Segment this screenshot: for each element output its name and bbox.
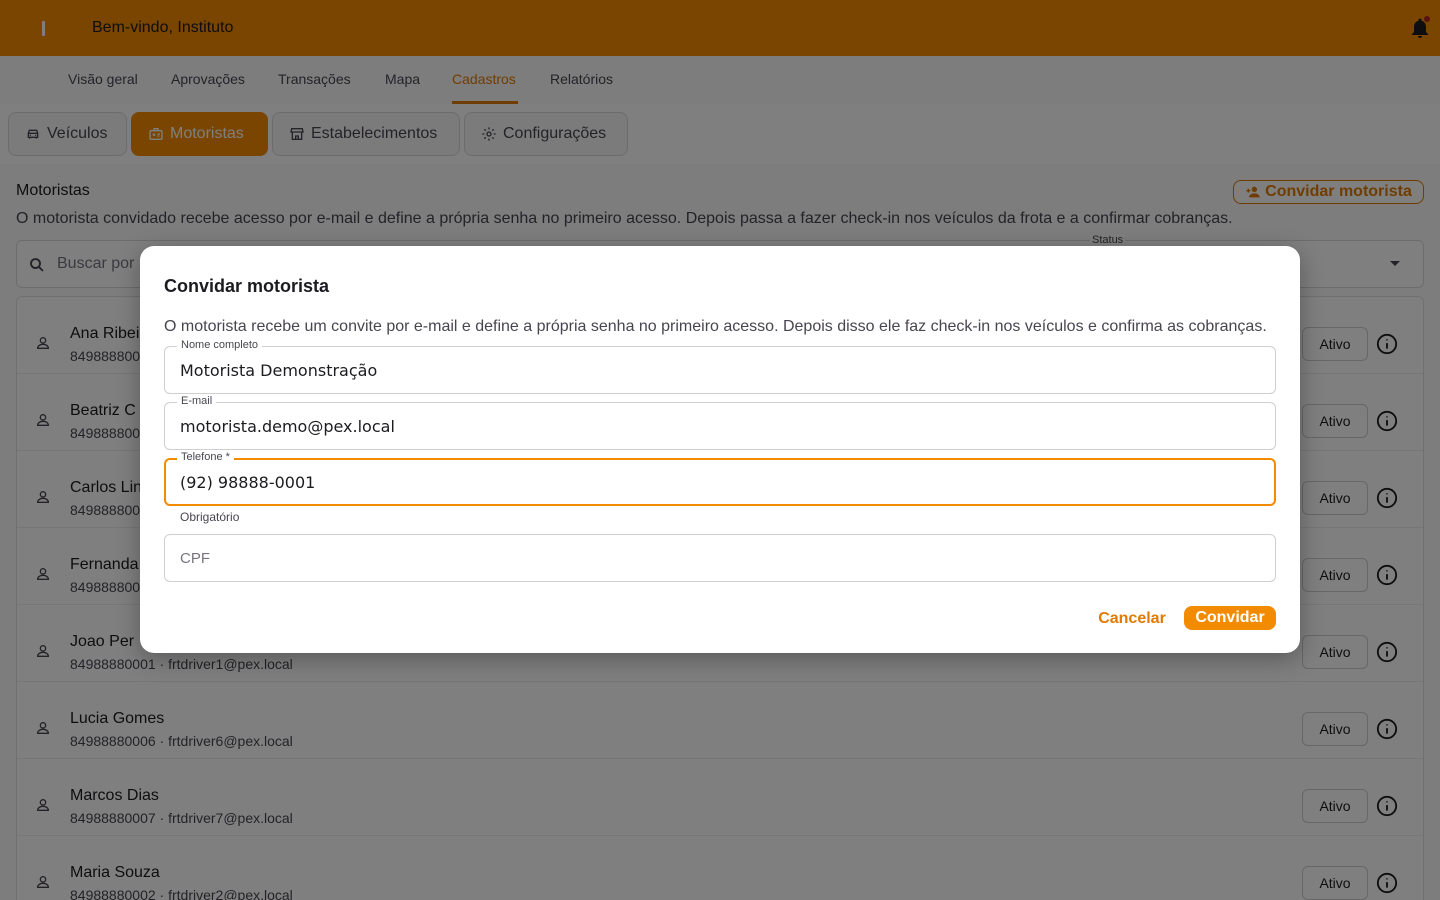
invite-button[interactable]: Convidar bbox=[1184, 606, 1276, 630]
name-field-label: Nome completo bbox=[177, 339, 263, 351]
cancel-button[interactable]: Cancelar bbox=[1088, 606, 1176, 632]
phone-helper-text: Obrigatório bbox=[180, 510, 240, 524]
dialog-description: O motorista recebe um convite por e-mail… bbox=[164, 318, 1267, 335]
phone-field[interactable]: Telefone * (92) 98888-0001 bbox=[164, 451, 1276, 506]
phone-field-label: Telefone * bbox=[177, 451, 234, 463]
invite-driver-dialog: Convidar motorista O motorista recebe um… bbox=[140, 246, 1300, 653]
email-field-value: motorista.demo@pex.local bbox=[180, 417, 395, 436]
name-field[interactable]: Nome completo Motorista Demonstração bbox=[164, 339, 1276, 394]
phone-field-value: (92) 98888-0001 bbox=[180, 473, 316, 492]
email-field[interactable]: E-mail motorista.demo@pex.local bbox=[164, 395, 1276, 450]
name-field-value: Motorista Demonstração bbox=[180, 361, 378, 380]
cpf-field[interactable]: CPF bbox=[164, 534, 1276, 582]
email-field-label: E-mail bbox=[177, 395, 217, 407]
dialog-title: Convidar motorista bbox=[164, 276, 330, 296]
cpf-placeholder: CPF bbox=[180, 550, 210, 567]
